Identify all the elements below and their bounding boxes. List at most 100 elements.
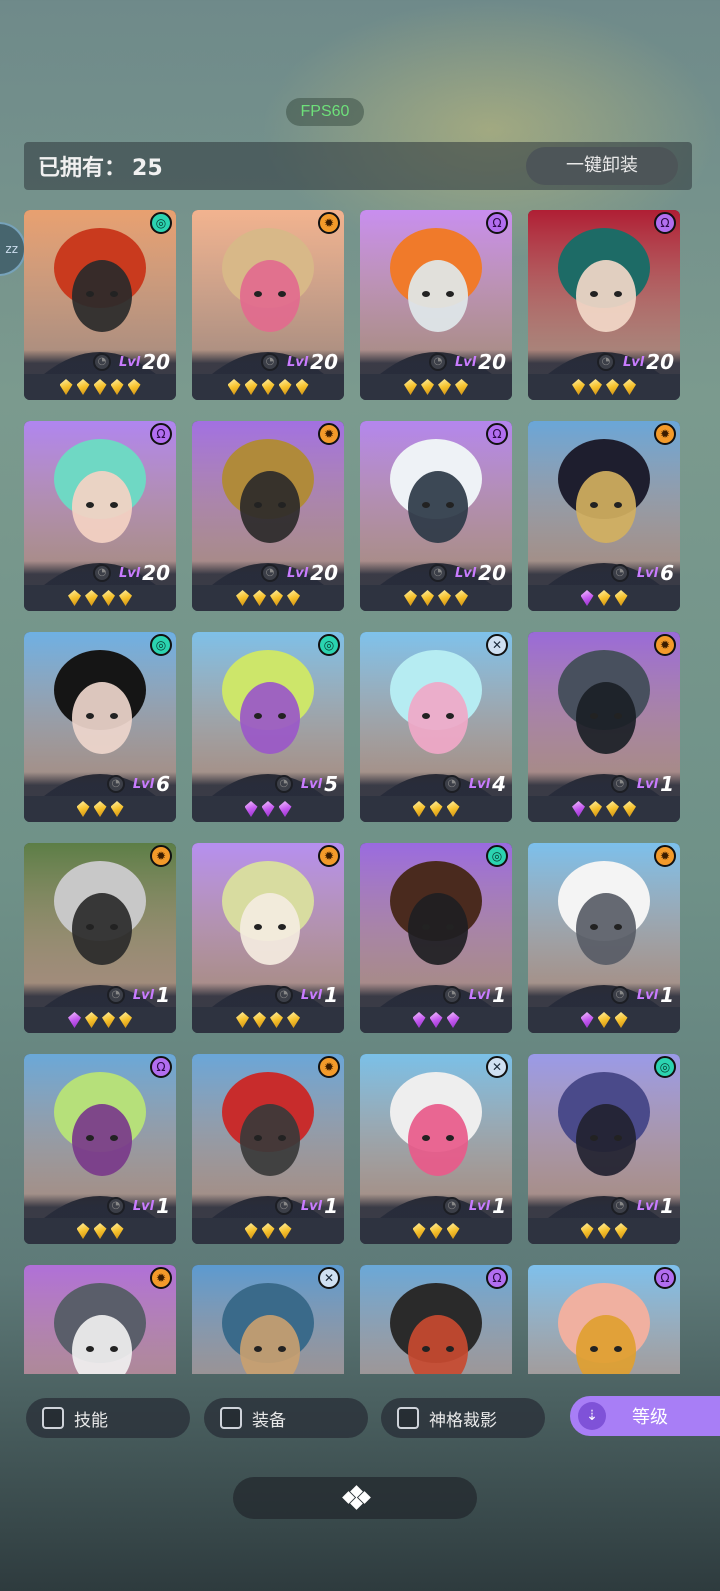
gold-gem-icon bbox=[85, 1012, 98, 1028]
gold-gem-icon bbox=[127, 379, 141, 395]
star-rank-row bbox=[192, 1007, 344, 1033]
hero-card[interactable]: Ω ◔ Lvl 20 bbox=[528, 210, 680, 400]
gold-gem-icon bbox=[606, 801, 619, 817]
hero-card[interactable]: ◎ ◔ Lvl 5 bbox=[192, 632, 344, 822]
hero-card[interactable]: ✹ ◔ Lvl 6 bbox=[528, 421, 680, 611]
level-value: 20 bbox=[646, 350, 674, 374]
gold-gem-icon bbox=[446, 1223, 460, 1239]
filter-equipment-toggle[interactable]: 装备 bbox=[204, 1398, 368, 1438]
gold-gem-icon bbox=[85, 590, 98, 606]
gold-gem-icon bbox=[278, 1223, 292, 1239]
level-prefix: Lvl bbox=[300, 776, 323, 792]
star-rank-row bbox=[360, 374, 512, 400]
gold-gem-icon bbox=[572, 379, 585, 395]
hero-card[interactable]: ✕ ◔ Lvl 4 bbox=[360, 632, 512, 822]
star-rank-row bbox=[192, 374, 344, 400]
gold-gem-icon bbox=[606, 379, 619, 395]
hero-card[interactable]: Ω ◔ Lvl 20 bbox=[360, 210, 512, 400]
equipment-slot-icon: ◔ bbox=[274, 1197, 293, 1215]
filter-equipment-checkbox[interactable] bbox=[220, 1407, 242, 1429]
hero-card[interactable]: ✹ ◔ Lvl 1 bbox=[24, 843, 176, 1033]
hero-card[interactable]: Ω bbox=[360, 1265, 512, 1374]
level-prefix: Lvl bbox=[132, 776, 155, 792]
gold-gem-icon bbox=[110, 379, 124, 395]
equipment-slot-icon: ◔ bbox=[610, 564, 629, 582]
level-row: ◔ Lvl 1 bbox=[24, 983, 176, 1007]
hero-card[interactable]: ◎ ◔ Lvl 1 bbox=[360, 843, 512, 1033]
level-value: 4 bbox=[492, 772, 506, 796]
sort-by-level-label: 等级 bbox=[632, 1407, 668, 1428]
level-prefix: Lvl bbox=[132, 1198, 155, 1214]
filter-skill-toggle[interactable]: 技能 bbox=[26, 1398, 190, 1438]
level-value: 5 bbox=[324, 772, 338, 796]
level-value: 1 bbox=[156, 1194, 170, 1218]
hero-card[interactable]: ✹ ◔ Lvl 1 bbox=[192, 1054, 344, 1244]
hero-card[interactable]: ✹ ◔ Lvl 20 bbox=[192, 421, 344, 611]
bottom-menu-button[interactable] bbox=[233, 1477, 477, 1519]
level-row: ◔ Lvl 6 bbox=[24, 772, 176, 796]
level-prefix: Lvl bbox=[118, 354, 141, 370]
level-row: ◔ Lvl 4 bbox=[360, 772, 512, 796]
sort-by-level-button[interactable]: ⇣ 等级 bbox=[570, 1396, 720, 1436]
swirl-faction-icon: ◎ bbox=[150, 212, 172, 234]
equipment-slot-icon: ◔ bbox=[106, 986, 125, 1004]
star-rank-row bbox=[528, 1007, 680, 1033]
equipment-slot-icon: ◔ bbox=[596, 353, 615, 371]
filter-divinity-checkbox[interactable] bbox=[397, 1407, 419, 1429]
gold-gem-icon bbox=[93, 801, 107, 817]
gear-faction-icon: ✹ bbox=[318, 212, 340, 234]
equipment-slot-icon: ◔ bbox=[106, 775, 125, 793]
filter-skill-checkbox[interactable] bbox=[42, 1407, 64, 1429]
equipment-slot-icon: ◔ bbox=[610, 1197, 629, 1215]
hero-card[interactable]: ✹ ◔ Lvl 1 bbox=[192, 843, 344, 1033]
star-rank-row bbox=[360, 796, 512, 822]
hero-card[interactable]: Ω bbox=[528, 1265, 680, 1374]
level-value: 1 bbox=[660, 983, 674, 1007]
gold-gem-icon bbox=[455, 590, 468, 606]
hero-card[interactable]: ✕ ◔ Lvl 1 bbox=[360, 1054, 512, 1244]
hero-card[interactable]: Ω ◔ Lvl 20 bbox=[360, 421, 512, 611]
level-prefix: Lvl bbox=[118, 565, 141, 581]
gold-gem-icon bbox=[253, 590, 266, 606]
filter-bar: 技能 装备 神格裁影 ⇣ 等级 bbox=[0, 1394, 720, 1442]
level-prefix: Lvl bbox=[636, 987, 659, 1003]
purple-gem-icon bbox=[244, 801, 258, 817]
hero-card[interactable]: ✹ ◔ Lvl 1 bbox=[528, 843, 680, 1033]
level-row: ◔ Lvl 20 bbox=[360, 350, 512, 374]
level-prefix: Lvl bbox=[636, 776, 659, 792]
filter-divinity-toggle[interactable]: 神格裁影 bbox=[381, 1398, 545, 1438]
hero-card[interactable]: ◎ ◔ Lvl 6 bbox=[24, 632, 176, 822]
hero-card[interactable]: Ω ◔ Lvl 20 bbox=[24, 421, 176, 611]
gold-gem-icon bbox=[244, 379, 258, 395]
gold-gem-icon bbox=[59, 379, 73, 395]
cross-faction-icon: ✕ bbox=[486, 1056, 508, 1078]
hero-card[interactable]: ✕ bbox=[192, 1265, 344, 1374]
level-value: 20 bbox=[310, 350, 338, 374]
cross-faction-icon: ✕ bbox=[318, 1267, 340, 1289]
gold-gem-icon bbox=[93, 1223, 107, 1239]
gold-gem-icon bbox=[412, 801, 426, 817]
gold-gem-icon bbox=[597, 590, 611, 606]
unequip-all-button[interactable]: 一键卸装 bbox=[526, 147, 678, 185]
level-value: 20 bbox=[310, 561, 338, 585]
hero-card[interactable]: ✹ ◔ Lvl 20 bbox=[192, 210, 344, 400]
gold-gem-icon bbox=[68, 590, 81, 606]
owned-header-bar: 已拥有： 25 一键卸装 bbox=[24, 142, 692, 190]
purple-gem-icon bbox=[278, 801, 292, 817]
hero-card[interactable]: ✹ ◔ Lvl 1 bbox=[528, 632, 680, 822]
hero-card[interactable]: Ω ◔ Lvl 1 bbox=[24, 1054, 176, 1244]
star-rank-row bbox=[528, 1218, 680, 1244]
star-rank-row bbox=[528, 796, 680, 822]
level-value: 1 bbox=[492, 983, 506, 1007]
hero-card[interactable]: ✹ bbox=[24, 1265, 176, 1374]
hero-card[interactable]: ◎ ◔ Lvl 20 bbox=[24, 210, 176, 400]
star-rank-row bbox=[360, 1007, 512, 1033]
gold-gem-icon bbox=[110, 1223, 124, 1239]
hero-card[interactable]: ◎ ◔ Lvl 1 bbox=[528, 1054, 680, 1244]
purple-gem-icon bbox=[429, 1012, 443, 1028]
side-tab[interactable]: zz bbox=[0, 222, 26, 276]
gold-gem-icon bbox=[270, 1012, 283, 1028]
gold-gem-icon bbox=[102, 1012, 115, 1028]
gold-gem-icon bbox=[455, 379, 468, 395]
gold-gem-icon bbox=[93, 379, 107, 395]
